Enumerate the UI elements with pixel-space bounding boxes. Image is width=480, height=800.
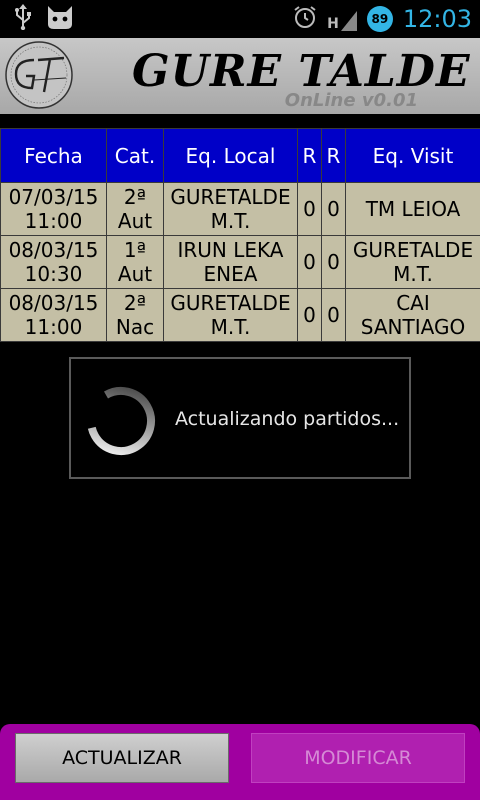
clock: 12:03 xyxy=(402,5,472,33)
match-time: 10:30 xyxy=(24,262,83,286)
column-header-result-local: R xyxy=(297,128,322,183)
match-time: 11:00 xyxy=(24,209,83,233)
local-team-line2: M.T. xyxy=(210,315,251,339)
table-row[interactable]: 07/03/15 11:00 2ª Aut GURETALDE M.T. 0 0… xyxy=(0,182,480,236)
spinner-icon xyxy=(85,385,157,457)
local-score: 0 xyxy=(297,182,322,236)
local-team-cell: GURETALDE M.T. xyxy=(163,182,298,236)
date-cell: 08/03/15 10:30 xyxy=(0,235,107,289)
dialog-message: Actualizando partidos... xyxy=(175,408,400,430)
date-cell: 07/03/15 11:00 xyxy=(0,182,107,236)
category-type: Nac xyxy=(115,315,155,339)
category-type: Aut xyxy=(117,262,153,286)
local-team-cell: IRUN LEKA ENEA xyxy=(163,235,298,289)
visit-score: 0 xyxy=(321,182,346,236)
category-level: 2ª xyxy=(123,185,147,209)
alarm-icon xyxy=(293,5,317,33)
local-team-line2: M.T. xyxy=(210,209,251,233)
local-team-line2: ENEA xyxy=(203,262,258,286)
signal-type: H xyxy=(327,16,339,32)
bottom-action-bar: ACTUALIZAR MODIFICAR xyxy=(0,724,480,800)
column-header-visit: Eq. Visit xyxy=(345,128,480,183)
modify-button[interactable]: MODIFICAR xyxy=(251,733,465,783)
column-header-cat: Cat. xyxy=(106,128,164,183)
progress-dialog: Actualizando partidos... xyxy=(69,357,411,479)
local-score: 0 xyxy=(297,288,322,342)
app-header: GURE TALDE OnLine v0.01 xyxy=(0,38,480,114)
signal-icon: H xyxy=(327,7,357,31)
visit-score: 0 xyxy=(321,288,346,342)
gure-talde-logo xyxy=(4,40,74,110)
matches-table: Fecha Cat. Eq. Local R R Eq. Visit 07/03… xyxy=(0,128,480,342)
table-row[interactable]: 08/03/15 10:30 1ª Aut IRUN LEKA ENEA 0 0… xyxy=(0,235,480,289)
category-cell: 2ª Nac xyxy=(106,288,164,342)
match-date: 08/03/15 xyxy=(8,238,99,262)
match-time: 11:00 xyxy=(24,315,83,339)
match-date: 08/03/15 xyxy=(8,291,99,315)
local-score: 0 xyxy=(297,235,322,289)
column-header-result-visit: R xyxy=(321,128,346,183)
cat-icon xyxy=(46,4,74,34)
update-button[interactable]: ACTUALIZAR xyxy=(15,733,229,783)
local-team-cell: GURETALDE M.T. xyxy=(163,288,298,342)
visit-team-cell: GURETALDE M.T. xyxy=(345,235,480,289)
local-team-line1: GURETALDE xyxy=(170,185,291,209)
table-row[interactable]: 08/03/15 11:00 2ª Nac GURETALDE M.T. 0 0… xyxy=(0,288,480,342)
date-cell: 08/03/15 11:00 xyxy=(0,288,107,342)
visit-team-line1: GURETALDE xyxy=(352,238,474,262)
visit-team-line2: M.T. xyxy=(393,262,433,286)
usb-icon xyxy=(14,4,32,34)
app-subtitle: OnLine v0.01 xyxy=(284,90,418,111)
visit-team-cell: TM LEIOA xyxy=(345,182,480,236)
category-level: 1ª xyxy=(123,238,147,262)
battery-level: 89 xyxy=(371,12,389,26)
category-cell: 2ª Aut xyxy=(106,182,164,236)
local-team-line1: GURETALDE xyxy=(170,291,291,315)
category-type: Aut xyxy=(117,209,153,233)
local-team-line1: IRUN LEKA xyxy=(177,238,284,262)
match-date: 07/03/15 xyxy=(8,185,99,209)
visit-team-line1: TM LEIOA xyxy=(365,197,461,221)
visit-team-line1: CAI xyxy=(396,291,430,315)
visit-score: 0 xyxy=(321,235,346,289)
visit-team-line2: SANTIAGO xyxy=(360,315,466,339)
category-level: 2ª xyxy=(123,291,147,315)
column-header-fecha: Fecha xyxy=(0,128,107,183)
status-bar: H 89 12:03 xyxy=(0,0,480,38)
category-cell: 1ª Aut xyxy=(106,235,164,289)
visit-team-cell: CAI SANTIAGO xyxy=(345,288,480,342)
column-header-local: Eq. Local xyxy=(163,128,298,183)
table-header-row: Fecha Cat. Eq. Local R R Eq. Visit xyxy=(0,128,480,183)
battery-icon: 89 xyxy=(366,6,393,32)
